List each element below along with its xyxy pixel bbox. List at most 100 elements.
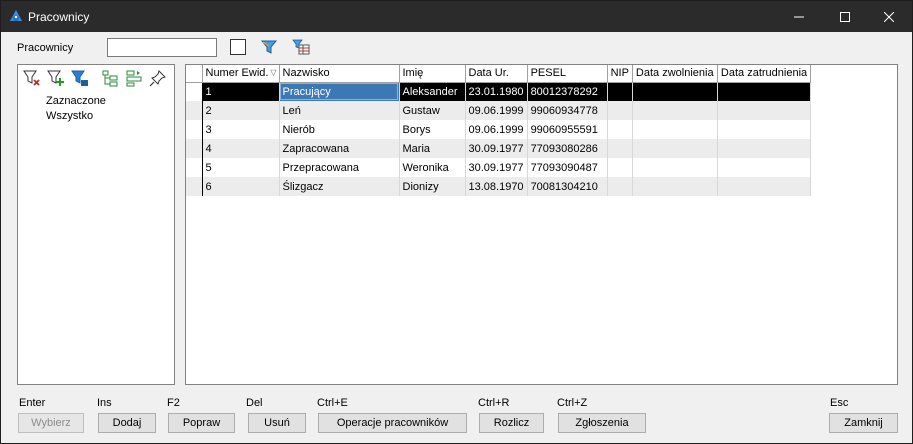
table-row[interactable]: 2 Leń Gustaw 09.06.1999 99060934778	[186, 101, 812, 120]
filter-input[interactable]	[107, 38, 217, 57]
table-cell[interactable]	[632, 139, 718, 158]
table-cell[interactable]: Gustaw	[399, 101, 466, 120]
table-cell[interactable]	[632, 82, 718, 101]
pin-icon[interactable]	[149, 69, 167, 87]
table-row[interactable]: 4 Zapracowana Maria 30.09.1977 77093080286	[186, 139, 812, 158]
table-cell[interactable]: 5	[202, 158, 280, 177]
filter-funnel-icon[interactable]	[260, 38, 278, 56]
close-button[interactable]: Zamknij	[829, 413, 898, 433]
maximize-button[interactable]	[822, 1, 868, 32]
table-cell[interactable]	[717, 177, 812, 196]
add-filter-icon[interactable]	[47, 69, 65, 87]
table-cell[interactable]: 30.09.1977	[465, 158, 528, 177]
table-cell[interactable]	[717, 101, 812, 120]
table-cell[interactable]	[607, 177, 633, 196]
table-cell[interactable]: Pracujący	[279, 82, 400, 101]
employees-grid[interactable]: Numer Ewid. ▽ Nazwisko Imię Data Ur. PESE…	[185, 64, 898, 385]
table-cell[interactable]	[717, 139, 812, 158]
grid-body: 1 Pracujący Aleksander 23.01.1980 8001237829…	[186, 82, 812, 196]
table-cell[interactable]: 6	[202, 177, 280, 196]
table-cell[interactable]: 30.09.1977	[465, 139, 528, 158]
table-cell[interactable]	[717, 82, 812, 101]
table-cell[interactable]: 80012378292	[527, 82, 608, 101]
column-header-number[interactable]: Numer Ewid. ▽	[202, 65, 280, 83]
employee-operations-button[interactable]: Operacje pracowników	[318, 413, 467, 433]
table-cell[interactable]: 77093090487	[527, 158, 608, 177]
table-cell[interactable]: 99060934778	[527, 101, 608, 120]
minimize-button[interactable]	[776, 1, 822, 32]
column-header-hire-date[interactable]: Data zatrudnienia	[717, 65, 812, 83]
table-cell[interactable]	[607, 101, 633, 120]
table-cell[interactable]: Borys	[399, 120, 466, 139]
table-cell[interactable]: 23.01.1980	[465, 82, 528, 101]
expand-tree-icon[interactable]	[101, 69, 119, 87]
table-cell[interactable]	[717, 158, 812, 177]
table-cell[interactable]	[717, 120, 812, 139]
table-cell[interactable]	[607, 82, 633, 101]
filter-table-icon[interactable]	[292, 38, 310, 56]
table-cell[interactable]	[632, 158, 718, 177]
table-cell[interactable]: 2	[202, 101, 280, 120]
table-cell[interactable]: 70081304210	[527, 177, 608, 196]
table-cell[interactable]	[632, 120, 718, 139]
table-cell[interactable]	[607, 120, 633, 139]
column-header-pesel[interactable]: PESEL	[527, 65, 608, 83]
tree-item-all[interactable]: Wszystko	[46, 110, 93, 122]
tree-item-selected[interactable]: Zaznaczone	[46, 95, 106, 107]
column-header-surname[interactable]: Nazwisko	[279, 65, 400, 83]
row-selector[interactable]	[186, 139, 203, 158]
row-selector[interactable]	[186, 158, 203, 177]
column-header-birthdate[interactable]: Data Ur.	[465, 65, 528, 83]
table-cell[interactable]: Leń	[279, 101, 400, 120]
table-cell[interactable]: Aleksander	[399, 82, 466, 101]
table-cell[interactable]: Zapracowana	[279, 139, 400, 158]
shortcut-label: Ctrl+E	[317, 397, 348, 409]
shortcut-label: Ctrl+Z	[557, 397, 588, 409]
table-cell[interactable]: 13.08.1970	[465, 177, 528, 196]
table-cell[interactable]	[632, 101, 718, 120]
table-cell[interactable]: Przepracowana	[279, 158, 400, 177]
row-selector[interactable]	[186, 82, 203, 101]
select-button[interactable]: Wybierz	[18, 413, 84, 433]
close-button[interactable]	[866, 1, 912, 32]
table-cell[interactable]: 77093080286	[527, 139, 608, 158]
table-cell[interactable]: Dionizy	[399, 177, 466, 196]
edit-button[interactable]: Popraw	[168, 413, 235, 433]
table-cell[interactable]: Ślizgacz	[279, 177, 400, 196]
collapse-tree-icon[interactable]	[125, 69, 143, 87]
table-row[interactable]: 3 Nierób Borys 09.06.1999 99060955591	[186, 120, 812, 139]
title-bar[interactable]: Pracownicy	[1, 1, 912, 32]
column-header-label: Numer Ewid.	[205, 67, 269, 80]
add-button[interactable]: Dodaj	[98, 413, 156, 433]
column-header-nip[interactable]: NIP	[607, 65, 633, 83]
table-row[interactable]: 6 Ślizgacz Dionizy 13.08.1970 70081304210	[186, 177, 812, 196]
table-cell[interactable]: 99060955591	[527, 120, 608, 139]
row-selector[interactable]	[186, 101, 203, 120]
column-header-dismissal-date[interactable]: Data zwolnienia	[632, 65, 718, 83]
maximize-icon	[840, 11, 850, 22]
table-cell[interactable]: Weronika	[399, 158, 466, 177]
employees-table: Numer Ewid. ▽ Nazwisko Imię Data Ur. PESE…	[186, 65, 812, 196]
settle-button[interactable]: Rozlicz	[479, 413, 544, 433]
table-cell[interactable]: 09.06.1999	[465, 120, 528, 139]
table-cell[interactable]: Maria	[399, 139, 466, 158]
row-selector[interactable]	[186, 177, 203, 196]
table-cell[interactable]: 3	[202, 120, 280, 139]
row-selector[interactable]	[186, 120, 203, 139]
table-cell[interactable]	[607, 139, 633, 158]
edit-filter-icon[interactable]	[71, 69, 89, 87]
table-cell[interactable]: 1	[202, 82, 280, 101]
column-header-firstname[interactable]: Imię	[399, 65, 466, 83]
tree-toolbar	[18, 65, 174, 89]
table-cell[interactable]: 09.06.1999	[465, 101, 528, 120]
table-row[interactable]: 5 Przepracowana Weronika 30.09.1977 77093090…	[186, 158, 812, 177]
table-cell[interactable]	[607, 158, 633, 177]
clear-filter-icon[interactable]	[23, 69, 41, 87]
table-cell[interactable]	[632, 177, 718, 196]
table-cell[interactable]: 4	[202, 139, 280, 158]
table-row[interactable]: 1 Pracujący Aleksander 23.01.1980 8001237829…	[186, 82, 812, 101]
delete-button[interactable]: Usuń	[248, 413, 306, 433]
reports-button[interactable]: Zgłoszenia	[558, 413, 646, 433]
table-cell[interactable]: Nierób	[279, 120, 400, 139]
filter-checkbox[interactable]	[230, 39, 246, 55]
